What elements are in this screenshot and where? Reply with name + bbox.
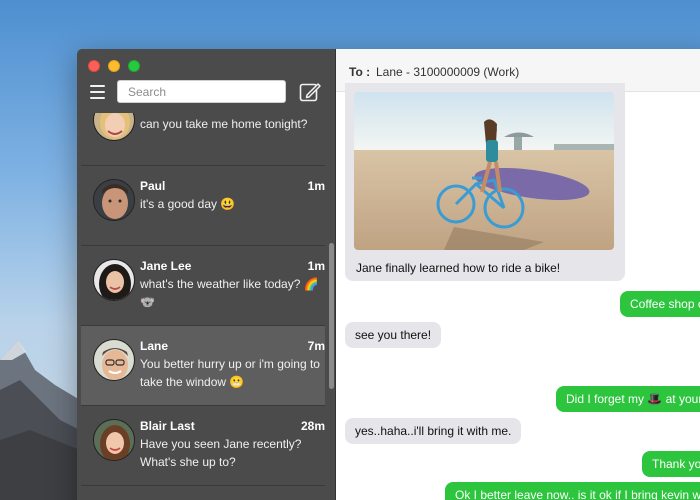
sidebar: can you take me home tonight? Paul 1m it… (77, 49, 336, 500)
incoming-photo-message: Jane finally learned how to ride a bike! (345, 83, 625, 281)
chat-panel: To : Lane - 3100000009 (Work) Jane final… (336, 49, 700, 500)
conversation-name: Paul (140, 179, 166, 193)
conversation-preview: Have you seen Jane recently? What's she … (140, 437, 302, 469)
conversation-preview: what's the weather like today? 🌈🐨 (140, 277, 319, 309)
avatar (93, 339, 135, 381)
conversation-time: 1m (307, 259, 325, 273)
close-button[interactable] (88, 60, 100, 72)
menu-icon[interactable] (90, 85, 105, 99)
outgoing-message: Ok I better leave now.. is it ok if I br… (445, 482, 700, 500)
avatar (93, 113, 135, 141)
compose-icon[interactable] (298, 80, 322, 104)
messages-window: can you take me home tonight? Paul 1m it… (77, 49, 700, 500)
avatar (93, 419, 135, 461)
conversation-preview: it's a good day 😃 (140, 197, 236, 211)
outgoing-message: Thank you (642, 451, 700, 477)
conversation-time: 1m (307, 179, 325, 193)
minimize-button[interactable] (108, 60, 120, 72)
avatar (93, 259, 135, 301)
conversation-time: 28m (300, 419, 325, 433)
incoming-message: see you there! (345, 322, 442, 348)
conversation-item-jane-lee[interactable]: Jane Lee 1m what's the weather like toda… (81, 246, 325, 326)
conversation-name: Jane Lee (140, 259, 192, 273)
window-controls (88, 60, 140, 72)
conversation-time: 7m (307, 339, 325, 353)
recipient-field[interactable]: Lane - 3100000009 (Work) (376, 65, 519, 79)
conversation-item-blair-last[interactable]: Blair Last 28m Have you seen Jane recent… (81, 406, 325, 486)
search-input[interactable] (117, 80, 286, 103)
maximize-button[interactable] (128, 60, 140, 72)
conversation-scrollbar[interactable] (329, 243, 334, 389)
outgoing-message: Did I forget my 🎩 at your (556, 386, 700, 412)
avatar (93, 179, 135, 221)
outgoing-message: Coffee shop on (620, 291, 700, 317)
to-label: To : (349, 65, 371, 79)
sidebar-toolbar (77, 79, 336, 113)
conversation-list: can you take me home tonight? Paul 1m it… (77, 113, 336, 500)
conversation-item[interactable]: can you take me home tonight? (81, 113, 325, 166)
conversation-item-lane[interactable]: Lane 7m You better hurry up or i'm going… (81, 326, 325, 406)
message-photo[interactable] (354, 92, 614, 250)
incoming-message: yes..haha..i'll bring it with me. (345, 418, 522, 444)
conversation-preview: You better hurry up or i'm going to take… (140, 357, 320, 389)
message-text: Jane finally learned how to ride a bike! (356, 261, 561, 275)
conversation-item-paul[interactable]: Paul 1m it's a good day 😃 (81, 166, 325, 246)
conversation-name: Lane (140, 339, 169, 353)
conversation-preview: can you take me home tonight? (140, 117, 308, 131)
conversation-name: Blair Last (140, 419, 195, 433)
desktop-wallpaper (0, 340, 80, 500)
